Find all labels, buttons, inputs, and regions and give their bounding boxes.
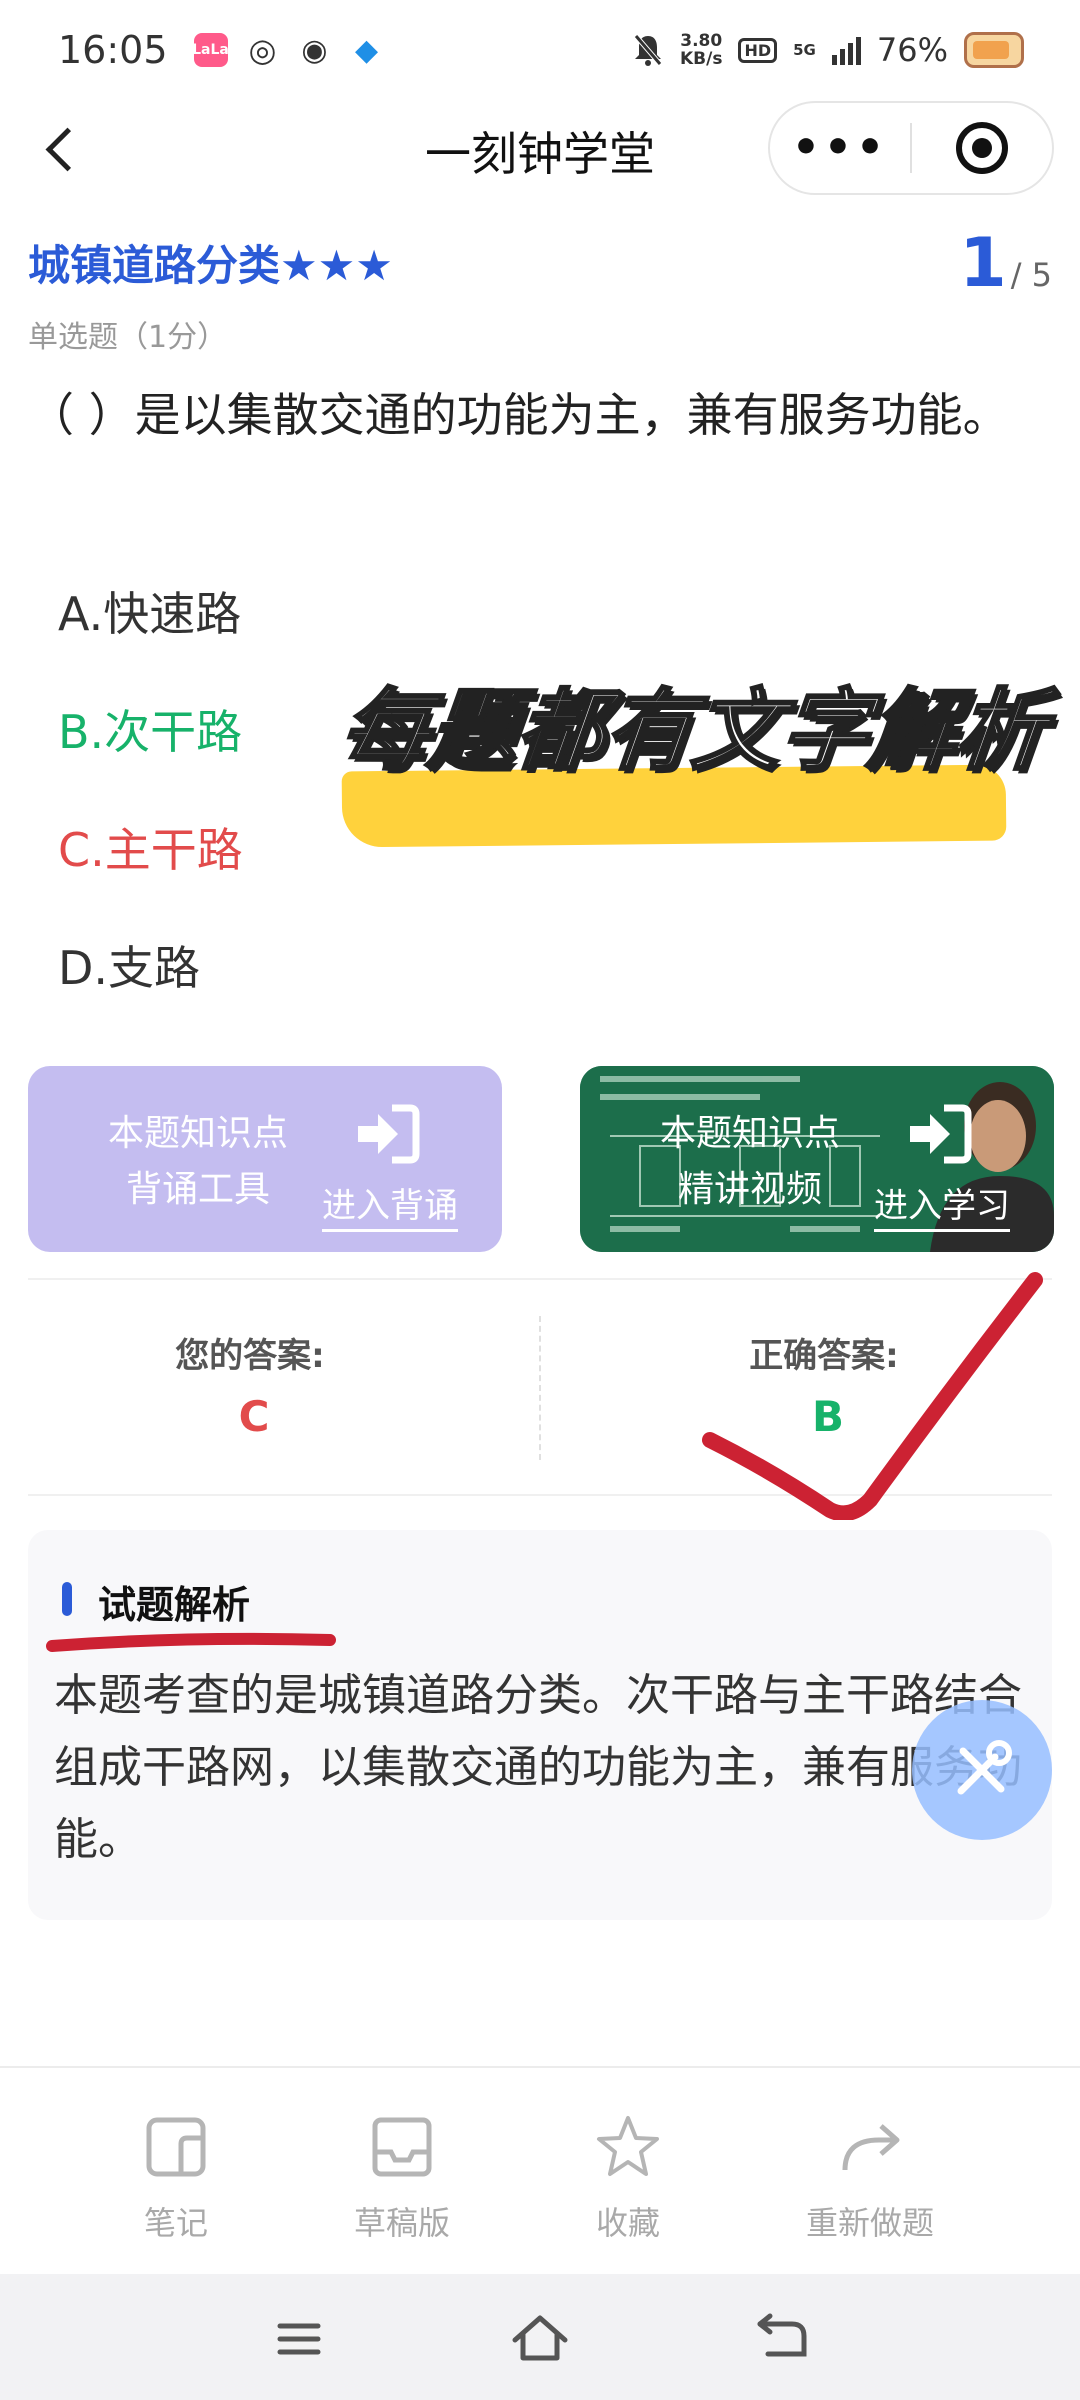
enter-recite-link[interactable]: 进入背诵 (322, 1178, 458, 1232)
status-left: 16:05 LaLa ◎ ◉ ◆ (58, 28, 384, 72)
status-time: 16:05 (58, 28, 168, 72)
question-text: （ ）是以集散交通的功能为主，兼有服务功能。 (28, 388, 1009, 442)
question-category: 城镇道路分类★★★ (28, 241, 393, 290)
hd-badge: HD (738, 37, 778, 63)
analysis-marker (62, 1582, 72, 1616)
video-card-title-line1: 本题知识点 (659, 1113, 840, 1154)
draft-label: 草稿版 (353, 2204, 450, 2242)
close-mini-program-button[interactable] (912, 122, 1052, 174)
your-answer-value: C (238, 1392, 270, 1441)
answer-divider (539, 1316, 541, 1460)
redo-button[interactable]: 重新做题 (770, 2112, 970, 2244)
analysis-text: 本题考查的是城镇道路分类。次干路与主干路结合组成干路网，以集散交通的功能为主，兼… (54, 1670, 1022, 1865)
red-underline-annotation (46, 1632, 336, 1652)
divider (28, 1494, 1052, 1496)
video-lesson-card[interactable]: 本题知识点 精讲视频 进入学习 (580, 1066, 1054, 1252)
your-answer-label: 您的答案: (175, 1336, 325, 1376)
enter-study-link[interactable]: 进入学习 (874, 1178, 1010, 1232)
video-card-title: 本题知识点 精讲视频 (610, 1106, 890, 1218)
network-type: 5G (793, 41, 816, 59)
question-total: / 5 (1010, 256, 1052, 294)
header: 一刻钟学堂 ••• (0, 100, 1080, 200)
correct-answer-label: 正确答案: (749, 1336, 899, 1376)
status-right: 3.80 KB/s HD 5G 76% (632, 31, 1024, 69)
video-card-title-line2: 精讲视频 (677, 1169, 822, 1210)
system-nav-bar (0, 2274, 1080, 2400)
draft-tray-icon (372, 2117, 432, 2177)
mute-bell-icon (634, 34, 662, 66)
mini-program-capsule: ••• (768, 101, 1054, 195)
status-bar: 16:05 LaLa ◎ ◉ ◆ 3.80 KB/s HD 5G 76% (0, 0, 1080, 100)
recite-tool-card[interactable]: 本题知识点 背诵工具 进入背诵 (28, 1066, 502, 1252)
floating-tools-button[interactable] (912, 1700, 1052, 1840)
question-current: 1 (959, 224, 1007, 303)
swirl-app-icon: ◎ (248, 31, 277, 69)
more-button[interactable]: ••• (770, 126, 910, 170)
option-c[interactable]: C.主干路 (58, 814, 243, 880)
bottom-toolbar: 笔记 草稿版 收藏 重新做题 (0, 2066, 1080, 2274)
signal-icon (831, 35, 861, 65)
option-a[interactable]: A.快速路 (58, 578, 241, 644)
promo-banner: 每题都有文字解析 (334, 660, 1052, 860)
menu-icon[interactable] (264, 2304, 334, 2374)
star-icon (597, 2116, 659, 2176)
net-speed: 3.80 KB/s (680, 32, 722, 68)
redo-arrow-icon (842, 2124, 900, 2171)
bird-app-icon: ◆ (354, 32, 379, 68)
home-icon[interactable] (505, 2304, 575, 2374)
analysis-panel: 试题解析 本题考查的是城镇道路分类。次干路与主干路结合组成干路网，以集散交通的功… (28, 1530, 1052, 1920)
battery-icon (964, 32, 1024, 68)
note-button[interactable]: 笔记 (76, 2112, 276, 2244)
redo-label: 重新做题 (805, 2204, 934, 2242)
recite-card-title: 本题知识点 背诵工具 (58, 1106, 338, 1218)
promo-text: 每题都有文字解析 (334, 678, 1052, 784)
divider (28, 1278, 1052, 1280)
note-label: 笔记 (143, 2204, 208, 2242)
analysis-title: 试题解析 (98, 1583, 251, 1627)
net-speed-unit: KB/s (679, 49, 723, 69)
option-d[interactable]: D.支路 (58, 932, 200, 998)
draft-button[interactable]: 草稿版 (302, 2112, 502, 2244)
battery-percent: 76% (876, 31, 948, 69)
recite-card-title-line2: 背诵工具 (125, 1169, 270, 1210)
enter-arrow-icon (910, 1104, 972, 1164)
app-notification-icon: LaLa (192, 33, 229, 67)
back-icon[interactable] (746, 2304, 816, 2374)
note-icon (146, 2117, 206, 2177)
question-type: 单选题（1分） (28, 320, 228, 355)
answer-summary: 您的答案: C 正确答案: B (0, 1300, 1080, 1480)
target-icon (956, 122, 1008, 174)
weibo-icon: ◉ (301, 32, 328, 68)
wrench-screwdriver-icon (957, 1740, 1012, 1795)
favorite-button[interactable]: 收藏 (528, 2112, 728, 2244)
enter-arrow-icon (358, 1104, 420, 1164)
correct-answer-value: B (811, 1392, 844, 1441)
question-counter: 1 / 5 (959, 224, 1052, 303)
option-b[interactable]: B.次干路 (58, 696, 242, 762)
favorite-label: 收藏 (595, 2204, 660, 2242)
recite-card-title-line1: 本题知识点 (107, 1113, 288, 1154)
net-speed-value: 3.80 (680, 31, 723, 51)
